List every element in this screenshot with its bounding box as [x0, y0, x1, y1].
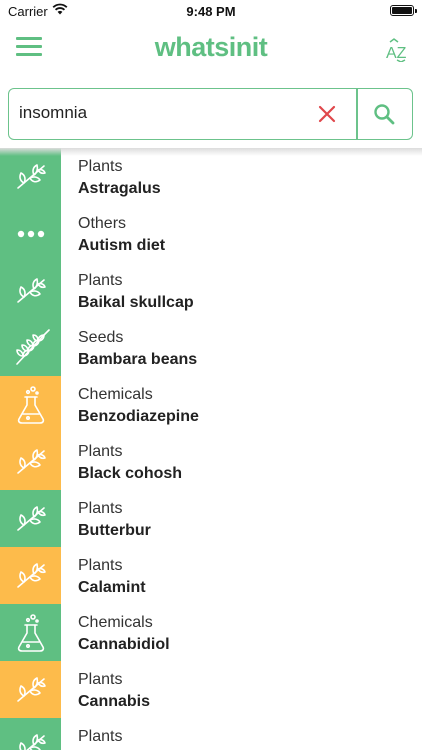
item-category: Seeds	[78, 329, 124, 346]
item-name: Butterbur	[78, 522, 151, 539]
app-header: whatsinit AZ	[0, 24, 422, 78]
search-bar	[8, 88, 413, 140]
list-item[interactable]: Plants Astragalus	[0, 148, 422, 205]
item-category: Chemicals	[78, 386, 153, 403]
sort-az-icon[interactable]: AZ	[386, 38, 408, 62]
plant-icon	[0, 148, 61, 205]
item-name: Autism diet	[78, 237, 166, 254]
list-item[interactable]: Others Autism diet	[0, 205, 422, 262]
list-item[interactable]: Plants Cannabis	[0, 661, 422, 718]
list-item[interactable]: Seeds Bambara beans	[0, 319, 422, 376]
item-name: Cannabis	[78, 693, 151, 710]
status-bar: Carrier 9:48 PM	[0, 0, 422, 24]
list-item[interactable]: Plants Baikal skullcap	[0, 262, 422, 319]
item-name: Calamint	[78, 579, 146, 596]
more-icon	[0, 205, 61, 262]
plant-icon	[0, 661, 61, 718]
item-category: Plants	[78, 158, 123, 175]
list-item[interactable]: Chemicals Cannabidiol	[0, 604, 422, 661]
item-category: Others	[78, 215, 127, 232]
search-icon[interactable]	[373, 103, 395, 125]
results-list: Plants Astragalus Others Autism diet Plants B…	[0, 148, 422, 750]
item-name: Cannabidiol	[78, 636, 170, 653]
wheat-icon	[0, 319, 61, 376]
search-divider	[356, 89, 358, 139]
item-name: Bambara beans	[78, 351, 198, 368]
battery-icon	[390, 5, 417, 16]
item-category: Plants	[78, 671, 123, 688]
plant-icon	[0, 490, 61, 547]
item-category: Plants	[78, 443, 123, 460]
app-logo: whatsinit	[154, 32, 268, 62]
sort-az-label: AZ	[386, 45, 407, 62]
plant-icon	[0, 433, 61, 490]
flask-icon	[0, 604, 61, 661]
list-item[interactable]: Plants Calamint	[0, 547, 422, 604]
flask-icon	[0, 376, 61, 433]
item-name: Astragalus	[78, 180, 161, 197]
item-name: Baikal skullcap	[78, 294, 194, 311]
list-item[interactable]: Plants Black cohosh	[0, 433, 422, 490]
list-shadow	[0, 148, 422, 156]
item-category: Plants	[78, 728, 123, 745]
item-name: Benzodiazepine	[78, 408, 199, 425]
item-category: Plants	[78, 557, 123, 574]
clock: 9:48 PM	[186, 4, 236, 19]
plant-icon	[0, 547, 61, 604]
clear-icon[interactable]	[317, 104, 337, 124]
item-category: Plants	[78, 500, 123, 517]
list-item[interactable]: Chemicals Benzodiazepine	[0, 376, 422, 433]
search-input[interactable]	[19, 99, 299, 127]
plant-icon	[0, 718, 61, 750]
list-item[interactable]: Plants	[0, 718, 422, 750]
list-item[interactable]: Plants Butterbur	[0, 490, 422, 547]
item-category: Chemicals	[78, 614, 153, 631]
item-category: Plants	[78, 272, 123, 289]
plant-icon	[0, 262, 61, 319]
item-name: Black cohosh	[78, 465, 183, 482]
